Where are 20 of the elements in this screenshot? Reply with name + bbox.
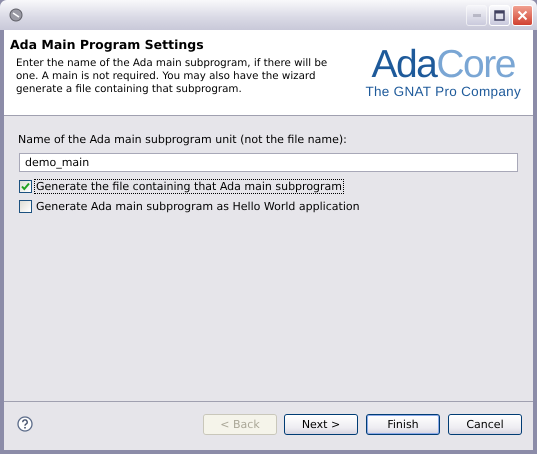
page-description: Enter the name of the Ada main subprogram, if there will be one. A main is not required. You may also have the wizard generate a file containing that subprogram. — [16, 57, 328, 96]
maximize-button[interactable] — [489, 4, 510, 26]
help-icon[interactable] — [17, 416, 33, 432]
checkbox[interactable] — [19, 180, 32, 192]
page-title: Ada Main Program Settings — [10, 37, 205, 52]
app-icon — [8, 7, 24, 23]
maximize-icon — [494, 10, 505, 20]
wizard-button[interactable]: Cancel — [448, 414, 522, 434]
minimize-icon — [472, 14, 480, 16]
logo-tagline: The GNAT Pro Company — [365, 84, 521, 99]
checkbox-label[interactable]: Generate Ada main subprogram as Hello World application — [34, 198, 362, 214]
checkbox[interactable] — [19, 200, 32, 212]
logo-wordmark: AdaCore — [371, 46, 515, 84]
checkbox-label[interactable]: Generate the file containing that Ada main subprogram — [34, 178, 344, 194]
main-unit-input[interactable]: demo_main — [19, 153, 518, 172]
close-icon — [517, 10, 528, 20]
wizard-button[interactable]: Next > — [284, 414, 358, 434]
wizard-button[interactable]: Finish — [366, 414, 440, 434]
close-button[interactable] — [512, 4, 533, 26]
field-label: Name of the Ada main subprogram unit (not the file name): — [18, 133, 348, 146]
